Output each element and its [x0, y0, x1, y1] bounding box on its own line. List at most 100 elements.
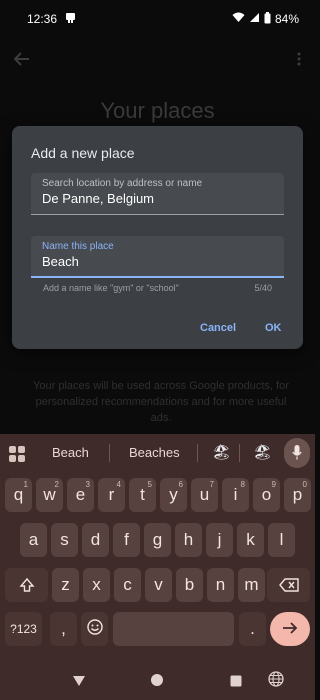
key-hint: 9 [271, 480, 276, 489]
key-label: v [154, 575, 163, 594]
key-p[interactable]: p0 [284, 478, 311, 512]
name-field-value[interactable]: Beach [42, 254, 273, 269]
key-b[interactable]: b [176, 568, 203, 602]
key-label: m [244, 575, 259, 594]
key-x[interactable]: x [83, 568, 110, 602]
place-name-field[interactable]: Name this place Beach [31, 236, 284, 278]
key-label: c [123, 575, 132, 594]
key-hint: 2 [54, 480, 59, 489]
key-hint: 0 [302, 480, 307, 489]
battery-percent: 84% [274, 12, 299, 26]
key-label: r [108, 485, 115, 504]
places-usage-note: Your places will be used across Google p… [33, 380, 289, 424]
backspace-key[interactable] [267, 568, 310, 602]
suggestion-divider [239, 444, 240, 462]
key-o[interactable]: o9 [253, 478, 280, 512]
location-search-field[interactable]: Search location by address or name De Pa… [31, 173, 284, 215]
key-y[interactable]: y6 [160, 478, 187, 512]
suggestion-item[interactable]: Beaches [129, 445, 180, 460]
key-l[interactable]: l [268, 523, 295, 557]
key-label: k [246, 530, 255, 549]
key-s[interactable]: s [51, 523, 78, 557]
key-i[interactable]: i8 [222, 478, 249, 512]
location-field-value[interactable]: De Panne, Belgium [42, 191, 273, 206]
key-z[interactable]: z [52, 568, 79, 602]
key-e[interactable]: e3 [67, 478, 94, 512]
status-bar: 12:36 84% [0, 0, 315, 38]
key-d[interactable]: d [82, 523, 109, 557]
key-hint: 5 [147, 480, 152, 489]
key-label: e [75, 485, 86, 504]
key-label: p [292, 485, 303, 504]
back-triangle-icon[interactable] [72, 674, 86, 692]
dialog-title: Add a new place [31, 145, 135, 161]
recents-square-icon[interactable] [230, 674, 242, 692]
key-label: u [199, 485, 210, 504]
key-v[interactable]: v [145, 568, 172, 602]
key-q[interactable]: q1 [5, 478, 32, 512]
language-globe-icon[interactable] [268, 671, 284, 692]
key-w[interactable]: w2 [36, 478, 63, 512]
key-label: g [152, 530, 163, 549]
key-f[interactable]: f [113, 523, 140, 557]
home-circle-icon[interactable] [150, 673, 164, 692]
comma-key[interactable]: , [50, 612, 77, 646]
key-hint: 8 [240, 480, 245, 489]
name-field-helper: Add a name like "gym" or "school" [43, 283, 179, 293]
key-label: f [124, 530, 129, 549]
key-label: b [184, 575, 195, 594]
key-label: i [233, 485, 238, 504]
key-hint: 7 [209, 480, 214, 489]
space-key[interactable] [113, 612, 234, 646]
key-label: a [28, 530, 39, 549]
period-key[interactable]: . [239, 612, 266, 646]
smiley-icon [86, 618, 103, 640]
notification-app-icon [65, 12, 76, 26]
beach-emoji-suggestion[interactable]: 🏖 [212, 443, 231, 461]
key-label: y [169, 485, 178, 504]
key-label: n [215, 575, 226, 594]
key-label: j [217, 530, 222, 549]
suggestion-item[interactable]: Beach [52, 445, 89, 460]
status-time: 12:36 [27, 12, 58, 26]
navigation-bar [0, 664, 315, 700]
suggestion-divider [197, 444, 198, 462]
signal-icon [249, 12, 260, 26]
arrow-right-icon [282, 619, 298, 639]
key-t[interactable]: t5 [129, 478, 156, 512]
key-u[interactable]: u7 [191, 478, 218, 512]
suggestion-bar: Beach Beaches 🏖 🏖 [0, 434, 315, 472]
more-options-icon[interactable] [297, 52, 301, 71]
key-j[interactable]: j [206, 523, 233, 557]
key-hint: 1 [23, 480, 28, 489]
apps-grid-icon[interactable] [9, 446, 25, 467]
key-hint: 3 [85, 480, 90, 489]
key-label: h [183, 530, 194, 549]
cancel-button[interactable]: Cancel [200, 322, 236, 334]
key-k[interactable]: k [237, 523, 264, 557]
key-c[interactable]: c [114, 568, 141, 602]
ok-button[interactable]: OK [265, 322, 282, 334]
key-label: z [61, 575, 70, 594]
key-a[interactable]: a [20, 523, 47, 557]
location-field-label: Search location by address or name [42, 178, 203, 189]
microphone-icon[interactable] [284, 438, 310, 468]
keyboard: Beach Beaches 🏖 🏖 q1w2e3r4t5y6u7i8o9p0as… [0, 434, 315, 700]
key-label: t [140, 485, 145, 504]
key-h[interactable]: h [175, 523, 202, 557]
key-hint: 6 [178, 480, 183, 489]
enter-key[interactable] [270, 612, 310, 646]
key-n[interactable]: n [207, 568, 234, 602]
symbols-key[interactable]: ?123 [5, 612, 42, 646]
key-label: x [92, 575, 101, 594]
key-r[interactable]: r4 [98, 478, 125, 512]
beach-emoji-suggestion[interactable]: 🏖 [253, 443, 272, 461]
emoji-key[interactable] [81, 612, 108, 646]
key-m[interactable]: m [238, 568, 265, 602]
back-arrow-icon[interactable] [13, 51, 30, 71]
key-label: l [279, 530, 284, 549]
key-label: d [90, 530, 101, 549]
shift-key[interactable] [5, 568, 48, 602]
key-g[interactable]: g [144, 523, 171, 557]
key-label: s [60, 530, 69, 549]
